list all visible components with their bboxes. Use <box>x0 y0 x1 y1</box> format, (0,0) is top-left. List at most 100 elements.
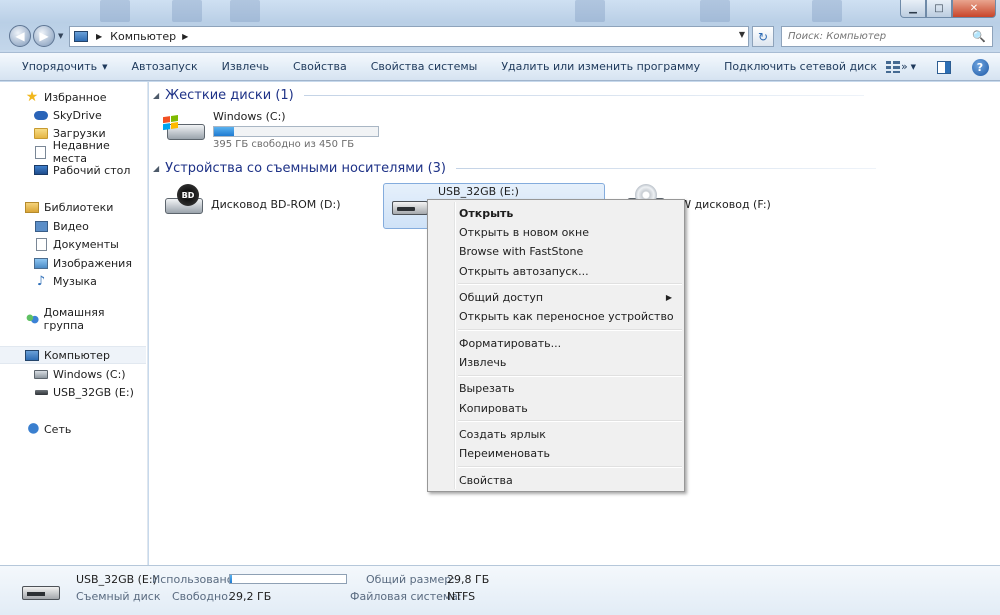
sidebar-item-label: Windows (C:) <box>53 367 126 381</box>
menu-separator <box>458 283 682 285</box>
sidebar-item-video[interactable]: Видео <box>0 217 146 235</box>
group-header-removable[interactable]: ◢ Устройства со съемными носителями (3) <box>153 161 877 176</box>
sidebar-item-drive-e[interactable]: USB_32GB (E:) <box>0 383 146 401</box>
cloud-icon <box>33 107 49 123</box>
background-blur <box>575 0 605 22</box>
recent-pages-dropdown[interactable]: ▼ <box>58 32 63 40</box>
details-free-value: 29,2 ГБ <box>229 590 272 603</box>
homegroup-icon <box>24 311 40 327</box>
usb-drive-icon <box>22 580 64 606</box>
breadcrumb-separator[interactable]: ▶ <box>96 32 102 41</box>
menu-item-properties[interactable]: Свойства <box>430 470 682 490</box>
preview-pane-icon <box>937 60 951 74</box>
sidebar-item-label: Домашняя группа <box>43 306 105 332</box>
menu-item-open-portable[interactable]: Открыть как переносное устройство <box>430 306 682 326</box>
background-blur <box>100 0 130 22</box>
preview-pane-button[interactable] <box>934 57 954 77</box>
hard-drive-icon <box>33 366 49 382</box>
drive-e-info: USB_32GB (E:) <box>438 185 519 198</box>
sidebar-item-label: Сеть <box>44 422 72 436</box>
menu-item-create-shortcut[interactable]: Создать ярлык <box>430 424 682 444</box>
help-button[interactable]: ? <box>970 57 990 77</box>
back-button[interactable]: ◀ <box>9 25 31 47</box>
change-view-button[interactable] <box>883 57 903 77</box>
sidebar-item-drive-c[interactable]: Windows (C:) <box>0 365 146 383</box>
properties-button[interactable]: Свойства <box>281 53 359 80</box>
details-total-value: 29,8 ГБ <box>447 573 490 586</box>
maximize-button[interactable]: □ <box>926 0 952 18</box>
sidebar-item-network[interactable]: Сеть <box>0 420 146 438</box>
background-blur <box>230 0 260 22</box>
breadcrumb-arrow[interactable]: ▶ <box>182 32 188 41</box>
sidebar-item-documents[interactable]: Документы <box>0 235 146 253</box>
group-divider <box>303 95 864 96</box>
details-total-label: Общий размер: <box>366 573 455 586</box>
drive-f-info: RW дисковод (F:) <box>673 184 771 211</box>
collapse-arrow-icon: ◢ <box>153 91 160 100</box>
sidebar-item-label: Библиотеки <box>44 200 114 214</box>
menu-item-share[interactable]: Общий доступ ▶ <box>430 287 682 307</box>
menu-item-open-autoplay[interactable]: Открыть автозапуск... <box>430 261 682 281</box>
search-input[interactable] <box>782 27 972 46</box>
sidebar-item-label: SkyDrive <box>53 108 102 122</box>
close-button[interactable]: ✕ <box>952 0 996 18</box>
sidebar-item-pictures[interactable]: Изображения <box>0 254 146 272</box>
group-header-hard-drives[interactable]: ◢ Жесткие диски (1) <box>153 88 864 103</box>
star-glyph: ★ <box>25 89 39 105</box>
windows-drive-icon <box>163 110 207 150</box>
system-properties-button[interactable]: Свойства системы <box>359 53 490 80</box>
sidebar-item-libraries[interactable]: Библиотеки <box>0 198 146 216</box>
sidebar-item-desktop[interactable]: Рабочий стол <box>0 161 146 179</box>
bd-badge: BD <box>177 184 199 206</box>
organize-button[interactable]: Упорядочить ▼ <box>0 53 120 80</box>
toolbar-right-group: ▼ ? <box>883 57 990 77</box>
menu-item-browse-faststone[interactable]: Browse with FastStone <box>430 241 682 261</box>
libraries-icon <box>24 199 40 215</box>
menu-item-cut[interactable]: Вырезать <box>430 378 682 398</box>
menu-item-format[interactable]: Форматировать... <box>430 333 682 353</box>
autoplay-button[interactable]: Автозапуск <box>120 53 210 80</box>
drive-d-tile[interactable]: BD Дисковод BD-ROM (D:) <box>161 184 341 224</box>
sidebar-item-favorites[interactable]: ★ Избранное <box>0 88 146 106</box>
details-used-label: Использовано: <box>152 573 238 586</box>
sidebar-item-recent[interactable]: Недавние места <box>0 139 146 165</box>
menu-item-open-new-window[interactable]: Открыть в новом окне <box>430 222 682 242</box>
map-network-drive-button[interactable]: Подключить сетевой диск <box>712 53 889 80</box>
navigation-pane: ★ Избранное SkyDrive Загрузки Недавние м… <box>0 82 148 565</box>
group-divider <box>456 168 877 169</box>
minimize-button[interactable]: ▁ <box>900 0 926 18</box>
views-icon <box>885 61 900 73</box>
refresh-button[interactable]: ↻ <box>752 26 774 47</box>
menu-item-rename[interactable]: Переименовать <box>430 443 682 463</box>
uninstall-program-button[interactable]: Удалить или изменить программу <box>489 53 712 80</box>
sidebar-item-computer[interactable]: Компьютер <box>0 346 146 364</box>
network-icon <box>24 421 40 437</box>
context-menu: Открыть Открыть в новом окне Browse with… <box>427 199 685 492</box>
details-usage-bar <box>229 574 347 584</box>
search-icon[interactable]: 🔍 <box>972 30 986 43</box>
forward-button[interactable]: ▶ <box>33 25 55 47</box>
details-usage-fill <box>230 575 233 583</box>
downloads-folder-icon <box>33 125 49 141</box>
search-box[interactable]: 🔍 <box>781 26 993 47</box>
drive-usage-fill <box>214 127 234 136</box>
sidebar-item-label: Компьютер <box>44 348 110 362</box>
sidebar-item-music[interactable]: ♪ Музыка <box>0 272 146 290</box>
views-dropdown[interactable]: ▼ <box>911 63 916 71</box>
drive-c-tile[interactable]: Windows (C:) 395 ГБ свободно из 450 ГБ <box>163 110 379 150</box>
eject-button[interactable]: Извлечь <box>210 53 281 80</box>
breadcrumb-computer[interactable]: Компьютер <box>110 30 176 43</box>
drive-name: USB_32GB (E:) <box>438 185 519 198</box>
sidebar-item-homegroup[interactable]: Домашняя группа <box>0 306 146 332</box>
menu-item-open[interactable]: Открыть <box>430 203 682 223</box>
sidebar-item-label: Загрузки <box>53 126 106 140</box>
address-history-dropdown[interactable]: ▼ <box>739 30 745 39</box>
sidebar-item-label: USB_32GB (E:) <box>53 385 134 399</box>
address-bar[interactable]: ▶ Компьютер ▶ ▼ <box>69 26 749 47</box>
bd-rom-drive-icon: BD <box>161 184 205 224</box>
sidebar-item-skydrive[interactable]: SkyDrive <box>0 106 146 124</box>
menu-item-copy[interactable]: Копировать <box>430 398 682 418</box>
collapse-arrow-icon: ◢ <box>153 164 160 173</box>
sidebar-item-label: Рабочий стол <box>53 163 131 177</box>
menu-item-eject[interactable]: Извлечь <box>430 352 682 372</box>
